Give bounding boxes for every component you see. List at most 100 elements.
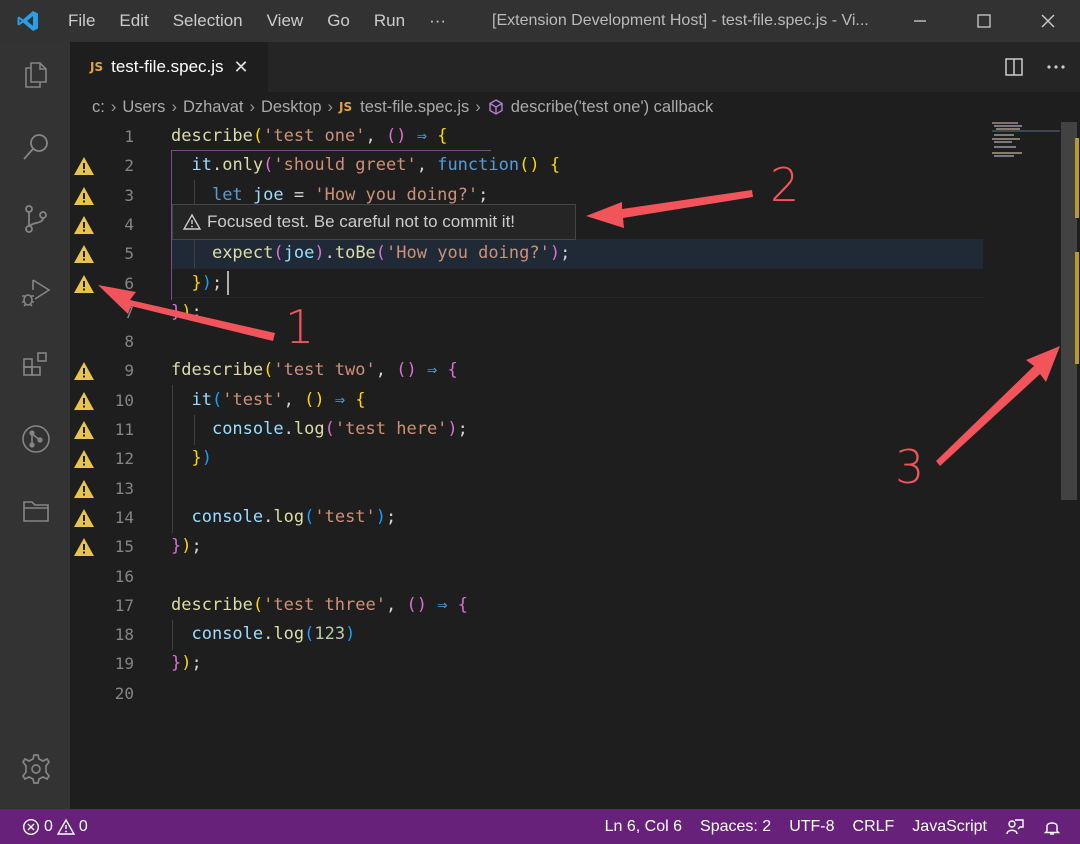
language-mode[interactable]: JavaScript: [903, 818, 996, 836]
line-number: 6: [124, 273, 134, 293]
code-line: console.log('test here');: [211, 419, 468, 439]
minimize-button[interactable]: [888, 0, 952, 42]
window-title: [Extension Development Host] - test-file…: [492, 12, 869, 29]
line-number: 14: [114, 507, 134, 527]
gutter-warning-icon[interactable]: [73, 214, 95, 236]
tab-test-file-spec[interactable]: JS test-file.spec.js ✕: [70, 42, 268, 92]
code-line: });: [171, 536, 202, 557]
code-line: fdescribe('test two', () ⇒ {: [171, 360, 458, 381]
code-line: console.log('test');: [191, 506, 397, 527]
menu-file[interactable]: File: [56, 0, 107, 42]
split-editor-icon[interactable]: [1004, 57, 1024, 77]
annotation-arrows: [98, 190, 1060, 466]
line-number: 10: [114, 390, 134, 410]
menu-run[interactable]: Run: [362, 0, 417, 42]
notifications-button[interactable]: [1034, 818, 1070, 836]
feedback-icon: [1006, 818, 1024, 834]
line-number: 12: [114, 449, 134, 469]
gutter-warning-icon[interactable]: [73, 273, 95, 295]
gutter-warning-icon[interactable]: [73, 155, 95, 177]
menu-edit[interactable]: Edit: [107, 0, 160, 42]
warning-icon: [183, 213, 201, 230]
close-icon: [1041, 14, 1055, 28]
javascript-file-icon: JS: [339, 100, 353, 114]
menu-bar: File Edit Selection View Go Run ···: [56, 0, 458, 42]
breadcrumb-item[interactable]: c:: [92, 98, 105, 117]
code-line: it.only('should greet', function() {: [191, 155, 561, 176]
gutter-warning-icon[interactable]: [73, 507, 95, 529]
breadcrumb-item[interactable]: Desktop: [261, 98, 322, 117]
encoding[interactable]: UTF-8: [780, 818, 843, 836]
line-number: 4: [124, 214, 134, 234]
window-controls: [888, 0, 1080, 42]
line-number: 11: [114, 420, 134, 439]
title-bar: File Edit Selection View Go Run ··· [Ext…: [0, 0, 1080, 42]
gutter-warning-icon[interactable]: [73, 419, 95, 441]
gutter-warning-icon[interactable]: [73, 243, 95, 265]
line-number: 17: [114, 595, 134, 615]
run-debug-icon[interactable]: [17, 274, 55, 312]
editor-tab-bar: JS test-file.spec.js ✕: [70, 42, 1080, 92]
code-line: describe('test one', () ⇒ {: [171, 126, 448, 146]
gutter-warning-icon[interactable]: [73, 185, 95, 207]
code-line: });: [171, 653, 202, 674]
line-number: 7: [124, 302, 134, 322]
gutter-warning-icon[interactable]: [73, 536, 95, 558]
menu-view[interactable]: View: [255, 0, 316, 42]
breadcrumb-item[interactable]: Users: [122, 98, 165, 117]
breadcrumb-separator: ›: [171, 97, 177, 116]
extensions-icon[interactable]: [17, 346, 55, 384]
line-ending[interactable]: CRLF: [844, 818, 904, 836]
code-line: });: [171, 301, 202, 322]
symbol-method-icon: [489, 99, 503, 115]
breadcrumb-file[interactable]: test-file.spec.js: [360, 98, 469, 117]
menu-selection[interactable]: Selection: [161, 0, 255, 42]
git-graph-icon[interactable]: [17, 420, 55, 458]
scrollbar-warning-marker: [1075, 252, 1079, 364]
menu-go[interactable]: Go: [315, 0, 362, 42]
explorer-icon[interactable]: [17, 56, 55, 94]
breadcrumb-symbol[interactable]: describe('test one') callback: [511, 98, 714, 117]
breadcrumb-item[interactable]: Dzhavat: [183, 98, 244, 117]
folder-icon[interactable]: [17, 492, 55, 530]
feedback-button[interactable]: [996, 817, 1034, 837]
tab-label: test-file.spec.js: [111, 57, 224, 76]
breadcrumb-separator: ›: [110, 97, 117, 116]
more-actions-icon[interactable]: [1046, 57, 1066, 77]
hover-message: Focused test. Be careful not to commit i…: [207, 212, 516, 231]
menu-more[interactable]: ···: [417, 0, 458, 42]
line-number: 3: [124, 185, 134, 205]
editor-actions: [1004, 52, 1066, 82]
line-number: 1: [124, 127, 134, 146]
source-control-icon[interactable]: [17, 200, 55, 238]
error-icon: [22, 818, 40, 835]
text-cursor: [227, 271, 229, 295]
code-line: it('test', () ⇒ {: [191, 389, 366, 410]
gutter-warning-icon[interactable]: [73, 360, 95, 382]
close-window-button[interactable]: [1016, 0, 1080, 42]
warning-icon: [56, 818, 75, 835]
code-line: });: [191, 272, 223, 293]
cursor-position[interactable]: Ln 6, Col 6: [596, 818, 691, 836]
javascript-file-icon: JS: [90, 60, 104, 74]
annotation-arrow-2: [586, 190, 753, 228]
search-icon[interactable]: [17, 128, 55, 166]
tab-close-icon[interactable]: ✕: [234, 57, 249, 78]
minimap[interactable]: [990, 120, 1060, 160]
minimize-icon: [914, 20, 926, 22]
gutter-warning-icon[interactable]: [73, 478, 95, 500]
breadcrumb-separator: ›: [327, 97, 334, 116]
gutter-warning-icon[interactable]: [73, 448, 95, 470]
code-line: describe('test three', () ⇒ {: [171, 594, 468, 615]
annotation-arrow-3: [936, 346, 1060, 466]
indentation[interactable]: Spaces: 2: [691, 818, 780, 836]
problems-indicator[interactable]: 0 0: [0, 818, 97, 836]
maximize-button[interactable]: [952, 0, 1016, 42]
line-number: 15: [114, 537, 134, 557]
settings-gear-icon[interactable]: [17, 750, 55, 788]
code-line: console.log(123): [191, 624, 356, 645]
line-number: 5: [124, 244, 134, 264]
line-number: 13: [114, 478, 134, 498]
line-number: 20: [114, 683, 134, 703]
gutter-warning-icon[interactable]: [73, 390, 95, 412]
